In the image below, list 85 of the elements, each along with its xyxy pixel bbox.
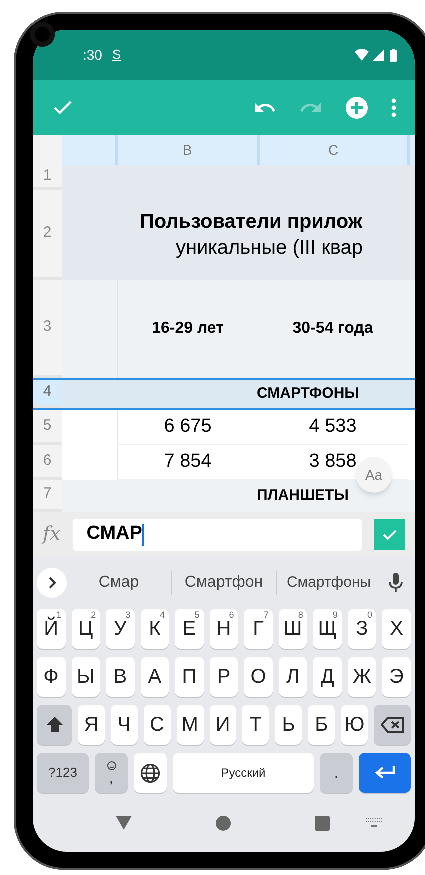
confirm-button[interactable] <box>374 519 405 550</box>
letter-key[interactable]: А <box>140 657 170 697</box>
period-key[interactable]: . <box>320 753 353 793</box>
formula-input[interactable]: СМАР <box>72 518 362 550</box>
key-hint: 8 <box>298 610 304 620</box>
letter-key[interactable]: Ц 2 <box>72 609 100 649</box>
keyboard-icon[interactable] <box>366 818 382 828</box>
letter-key[interactable]: Ч <box>110 705 138 745</box>
front-camera <box>30 22 55 47</box>
row-header[interactable]: 4 <box>33 380 62 408</box>
suggestion-chip[interactable]: Смартфон <box>172 571 276 595</box>
signal-icon <box>373 50 384 60</box>
key-hint: 2 <box>91 610 96 620</box>
letter-key[interactable]: Е 5 <box>175 609 204 649</box>
microphone-icon[interactable] <box>389 573 403 593</box>
key-hint: 6 <box>229 610 234 620</box>
comma-key[interactable]: , <box>95 753 128 793</box>
letter-key[interactable]: Ь <box>275 705 302 745</box>
letter-key[interactable]: Э <box>382 657 412 697</box>
backspace-key[interactable] <box>374 705 412 745</box>
table-title: Пользователи прилож <box>140 210 363 235</box>
key-hint: 0 <box>367 610 372 620</box>
table-cell[interactable] <box>62 165 415 190</box>
letter-key[interactable]: У 3 <box>106 609 135 649</box>
key-hint: 9 <box>332 610 338 620</box>
table-cell[interactable]: 16-29 лет <box>118 280 258 378</box>
key-hint: 7 <box>264 610 269 620</box>
globe-icon <box>140 762 161 784</box>
letter-key[interactable]: Н 6 <box>210 609 238 649</box>
letter-key[interactable]: Ф <box>37 657 66 697</box>
letter-key[interactable]: Й 1 <box>37 609 66 649</box>
table-cell[interactable]: Пользователи прилож уникальные (III квар <box>62 190 415 280</box>
suggestion-chip[interactable]: Смартфоны <box>277 572 381 594</box>
letter-key[interactable]: Ю <box>341 705 368 745</box>
emoji-icon <box>106 761 116 771</box>
letter-key[interactable]: Т <box>242 705 270 745</box>
backspace-icon <box>380 716 405 734</box>
letter-key[interactable]: О <box>244 657 273 697</box>
wifi-icon <box>355 49 369 61</box>
letter-key[interactable]: Ш 8 <box>278 609 308 649</box>
more-icon[interactable] <box>391 98 397 118</box>
shift-arrow-icon <box>46 716 64 734</box>
function-label: fx <box>43 522 61 548</box>
add-icon[interactable] <box>345 96 369 120</box>
key-hint: 3 <box>126 610 131 620</box>
key-hint: 1 <box>56 610 62 620</box>
symbols-key[interactable]: ?123 <box>37 753 89 793</box>
table-cell[interactable]: 30-54 года <box>258 280 408 378</box>
letter-key[interactable]: Р <box>210 657 238 697</box>
letter-key[interactable]: Я <box>78 705 105 745</box>
table-cell[interactable]: ПЛАНШЕТЫ <box>62 480 415 512</box>
status-sim: S <box>112 46 122 64</box>
space-key[interactable]: Русский <box>173 753 314 793</box>
shift-key[interactable] <box>37 705 72 745</box>
letter-key[interactable]: Г 7 <box>244 609 273 649</box>
enter-icon <box>374 765 396 781</box>
language-key[interactable] <box>134 753 167 793</box>
letter-key[interactable]: Ж <box>348 657 376 697</box>
expand-button[interactable] <box>37 568 67 598</box>
letter-key[interactable]: В <box>106 657 135 697</box>
letter-key[interactable]: К 4 <box>140 609 170 649</box>
key-hint: 4 <box>160 610 166 620</box>
status-time: :30 <box>83 46 102 64</box>
back-triangle-icon[interactable] <box>116 816 132 830</box>
letter-key[interactable]: М <box>176 705 204 745</box>
letter-key[interactable]: П <box>175 657 204 697</box>
letter-key[interactable]: Ы <box>72 657 100 697</box>
letter-key[interactable]: Б <box>308 705 336 745</box>
table-subtitle: уникальные (III квар <box>176 236 364 261</box>
letter-key[interactable]: Л <box>278 657 308 697</box>
letter-key[interactable]: Д <box>313 657 342 697</box>
recents-square-icon[interactable] <box>315 816 330 830</box>
letter-key[interactable]: Х <box>382 609 412 649</box>
letter-key[interactable]: С <box>144 705 171 745</box>
corner-cell[interactable] <box>33 135 62 165</box>
chevron-right-icon <box>47 577 57 589</box>
letter-key[interactable]: З 0 <box>348 609 376 649</box>
table-cell[interactable]: СМАРТФОНЫ <box>62 380 415 408</box>
battery-icon <box>390 48 397 62</box>
letter-key[interactable]: Щ 9 <box>313 609 342 649</box>
home-circle-icon[interactable] <box>216 816 231 830</box>
key-hint: 5 <box>194 610 200 620</box>
enter-key[interactable] <box>359 753 411 793</box>
letter-key[interactable]: И <box>210 705 236 745</box>
suggestion-chip[interactable]: Смар <box>67 571 171 595</box>
